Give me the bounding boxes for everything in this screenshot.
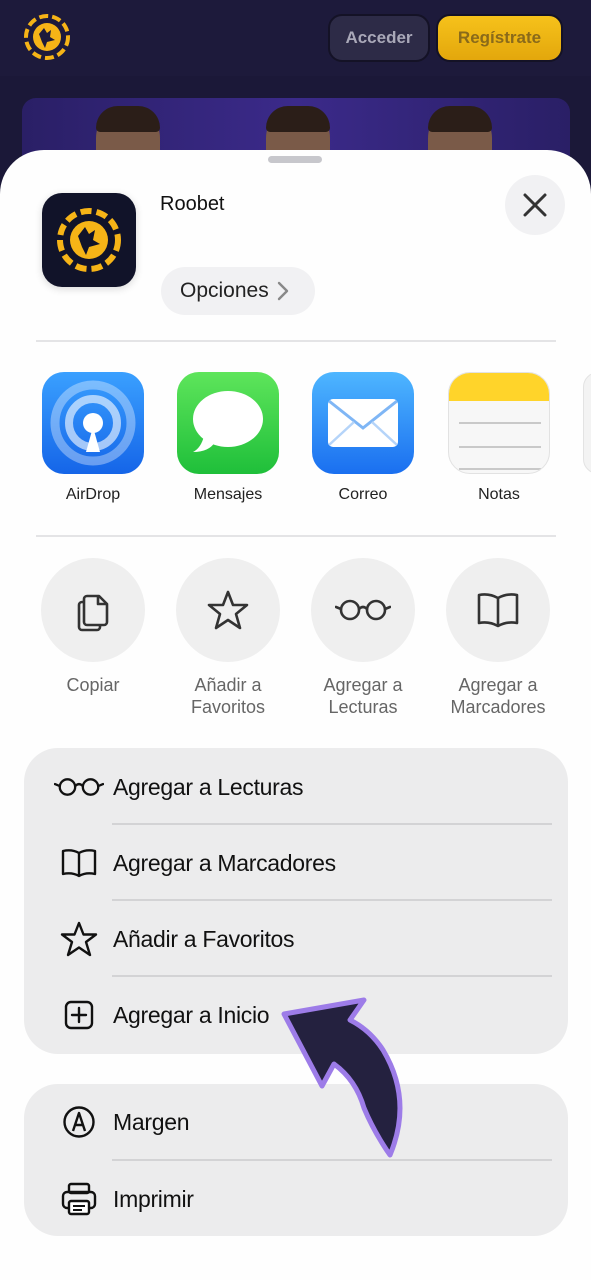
copy-icon xyxy=(41,558,145,662)
messages-icon xyxy=(177,372,279,474)
list-item-label: Imprimir xyxy=(113,1185,194,1212)
action-label: Agregar a Marcadores xyxy=(450,675,546,717)
register-button[interactable]: Regístrate xyxy=(436,14,563,62)
close-icon xyxy=(523,193,547,217)
book-icon xyxy=(54,843,104,883)
share-app-label: AirDrop xyxy=(65,486,121,503)
action-add-favorites[interactable]: Añadir a Favoritos xyxy=(161,558,295,718)
action-label: Agregar a Lecturas xyxy=(323,675,403,717)
list-item-add-bookmarks[interactable]: Agregar a Marcadores xyxy=(24,825,568,901)
site-header: Acceder Regístrate xyxy=(0,0,591,76)
quick-actions-row: Copiar Añadir a Favoritos Agregar a Lect… xyxy=(0,558,591,728)
mail-icon xyxy=(312,372,414,474)
list-item-label: Añadir a Favoritos xyxy=(113,925,295,952)
roobet-logo[interactable] xyxy=(22,12,72,62)
action-label: Copiar xyxy=(66,675,120,695)
sheet-grabber[interactable] xyxy=(268,156,322,163)
share-app-more-partial[interactable] xyxy=(583,372,591,474)
list-item-label: Agregar a Lecturas xyxy=(113,773,304,800)
list-item-label: Agregar a Marcadores xyxy=(113,849,336,876)
list-item-add-to-home[interactable]: Agregar a Inicio xyxy=(24,977,568,1053)
list-item-add-favorites[interactable]: Añadir a Favoritos xyxy=(24,901,568,977)
book-icon xyxy=(446,558,550,662)
share-app-messages[interactable]: Mensajes xyxy=(176,372,280,504)
share-app-notes[interactable]: Notas xyxy=(447,372,551,504)
options-button[interactable]: Opciones xyxy=(161,267,315,315)
divider xyxy=(36,535,556,537)
login-button[interactable]: Acceder xyxy=(328,14,430,62)
shared-item-title: Roobet xyxy=(160,193,225,215)
list-item-markup[interactable]: Margen xyxy=(24,1084,568,1160)
glasses-icon xyxy=(54,767,104,807)
divider xyxy=(36,340,556,342)
action-label: Añadir a Favoritos xyxy=(190,675,266,717)
star-icon xyxy=(176,558,280,662)
list-item-label: Margen xyxy=(113,1108,190,1135)
share-app-label: Notas xyxy=(478,486,520,503)
add-square-icon xyxy=(54,995,104,1035)
action-add-reading-list[interactable]: Agregar a Lecturas xyxy=(296,558,430,718)
airdrop-icon xyxy=(42,372,144,474)
glasses-icon xyxy=(311,558,415,662)
share-app-label: Mensajes xyxy=(193,486,263,503)
chevron-right-icon xyxy=(277,281,288,301)
star-icon xyxy=(54,919,104,959)
list-item-add-reading-list[interactable]: Agregar a Lecturas xyxy=(24,749,568,825)
printer-icon xyxy=(54,1179,104,1219)
share-app-label: Correo xyxy=(338,486,388,503)
actions-list-secondary: Margen Imprimir xyxy=(24,1084,568,1236)
list-item-label: Agregar a Inicio xyxy=(113,1001,270,1028)
action-copy[interactable]: Copiar xyxy=(26,558,160,696)
share-app-mail[interactable]: Correo xyxy=(311,372,415,504)
notes-icon xyxy=(448,372,550,474)
share-sheet: Roobet Opciones AirDrop Mensajes Correo … xyxy=(0,150,591,1280)
close-button[interactable] xyxy=(505,175,565,235)
share-apps-row: AirDrop Mensajes Correo Notas xyxy=(0,372,591,512)
action-add-bookmarks[interactable]: Agregar a Marcadores xyxy=(431,558,565,718)
actions-list-primary: Agregar a Lecturas Agregar a Marcadores … xyxy=(24,748,568,1054)
app-icon xyxy=(42,193,136,287)
list-item-print[interactable]: Imprimir xyxy=(24,1161,568,1237)
options-label: Opciones xyxy=(180,279,269,302)
share-app-airdrop[interactable]: AirDrop xyxy=(41,372,145,504)
roobet-logo-icon xyxy=(57,208,121,272)
markup-icon xyxy=(54,1102,104,1142)
